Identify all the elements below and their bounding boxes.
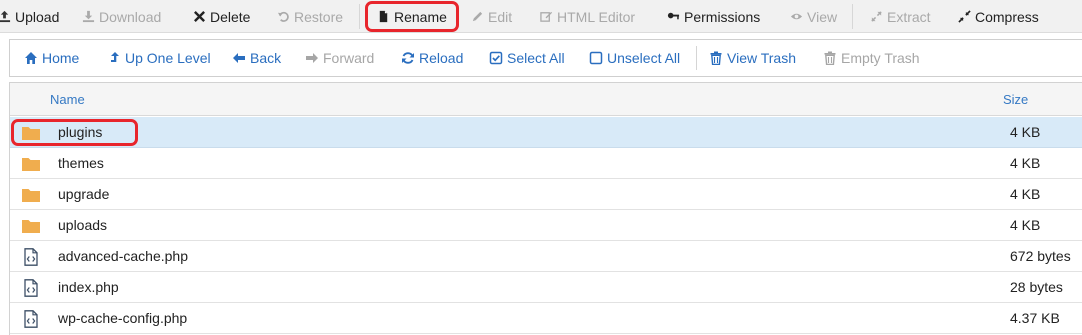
file-name[interactable]: upgrade: [58, 186, 109, 202]
edit-square-icon: [539, 10, 553, 24]
rename-highlight-annotation: [365, 1, 459, 32]
extract-button[interactable]: Extract: [869, 0, 931, 33]
file-manager-toolbar: Upload Download Delete Restore Rename Ed…: [0, 0, 1082, 33]
eye-icon: [789, 10, 803, 24]
empty-trash-label: Empty Trash: [841, 50, 920, 66]
pencil-icon: [470, 10, 484, 24]
file-name[interactable]: advanced-cache.php: [58, 248, 188, 264]
home-icon: [23, 51, 38, 66]
table-row[interactable]: uploads 4 KB: [10, 210, 1082, 241]
file-name[interactable]: themes: [58, 155, 104, 171]
undo-icon: [276, 10, 290, 24]
download-button[interactable]: Download: [81, 0, 161, 33]
table-row[interactable]: plugins 4 KB: [10, 117, 1082, 148]
refresh-icon: [400, 51, 415, 66]
file-size: 672 bytes: [1010, 248, 1071, 264]
select-all-button[interactable]: Select All: [488, 40, 565, 76]
table-header: Name Size: [10, 83, 1082, 116]
back-label: Back: [250, 50, 282, 66]
up-one-level-button[interactable]: Up One Level: [106, 40, 211, 76]
table-row[interactable]: upgrade 4 KB: [10, 179, 1082, 210]
size-column-header[interactable]: Size: [1003, 92, 1028, 107]
delete-label: Delete: [210, 8, 251, 25]
download-icon: [81, 10, 95, 24]
trash-icon: [708, 51, 723, 66]
table-row[interactable]: themes 4 KB: [10, 148, 1082, 179]
compress-icon: [957, 10, 971, 24]
select-all-label: Select All: [507, 50, 565, 66]
table-row[interactable]: wp-cache-config.php 4.37 KB: [10, 303, 1082, 334]
file-size: 4 KB: [1010, 124, 1041, 140]
extract-label: Extract: [887, 8, 931, 25]
unselect-all-button[interactable]: Unselect All: [588, 40, 680, 76]
arrow-left-icon: [231, 51, 246, 66]
file-size: 4 KB: [1010, 186, 1041, 202]
view-button[interactable]: View: [789, 0, 837, 33]
plugins-highlight-annotation: [11, 119, 138, 146]
file-size: 4 KB: [1010, 217, 1041, 233]
upload-button[interactable]: Upload: [0, 0, 59, 33]
key-icon: [666, 10, 680, 24]
code-file-icon: [21, 279, 41, 297]
upload-label: Upload: [15, 8, 60, 25]
file-name[interactable]: uploads: [58, 217, 107, 233]
table-row[interactable]: advanced-cache.php 672 bytes: [10, 241, 1082, 272]
checkbox-empty-icon: [588, 51, 603, 66]
trash-icon: [822, 51, 837, 66]
permissions-button[interactable]: Permissions: [666, 0, 760, 33]
restore-button[interactable]: Restore: [276, 0, 343, 33]
unselect-all-label: Unselect All: [607, 50, 681, 66]
download-label: Download: [99, 8, 162, 25]
permissions-label: Permissions: [684, 8, 761, 25]
edit-button[interactable]: Edit: [470, 0, 512, 33]
view-label: View: [807, 8, 838, 25]
folder-icon: [21, 217, 41, 235]
file-size: 4 KB: [1010, 155, 1041, 171]
up-one-level-label: Up One Level: [125, 50, 211, 66]
checkbox-checked-icon: [488, 51, 503, 66]
navigation-bar: Home Up One Level Back Forward Reload Se…: [9, 39, 1082, 77]
toolbar-divider: [852, 4, 853, 29]
home-button[interactable]: Home: [23, 40, 79, 76]
compress-button[interactable]: Compress: [957, 0, 1039, 33]
close-icon: [192, 10, 206, 24]
delete-button[interactable]: Delete: [192, 0, 250, 33]
restore-label: Restore: [294, 8, 344, 25]
forward-label: Forward: [323, 50, 375, 66]
upload-icon: [0, 10, 11, 24]
file-name[interactable]: index.php: [58, 279, 119, 295]
compress-label: Compress: [975, 8, 1039, 25]
view-trash-button[interactable]: View Trash: [708, 40, 796, 76]
toolbar-divider: [359, 4, 360, 29]
name-column-header[interactable]: Name: [50, 92, 85, 107]
file-list-table: Name Size plugins 4 KB themes 4 KB upgrade 4 …: [9, 82, 1082, 335]
file-size: 4.37 KB: [1010, 310, 1060, 326]
folder-icon: [21, 155, 41, 173]
empty-trash-button[interactable]: Empty Trash: [822, 40, 920, 76]
file-size: 28 bytes: [1010, 279, 1063, 295]
home-label: Home: [42, 50, 80, 66]
folder-icon: [21, 186, 41, 204]
reload-button[interactable]: Reload: [400, 40, 463, 76]
expand-icon: [869, 10, 883, 24]
level-up-icon: [106, 51, 121, 66]
html-editor-label: HTML Editor: [557, 8, 636, 25]
file-name[interactable]: wp-cache-config.php: [58, 310, 187, 326]
code-file-icon: [21, 248, 41, 266]
html-editor-button[interactable]: HTML Editor: [539, 0, 635, 33]
forward-button[interactable]: Forward: [304, 40, 374, 76]
edit-label: Edit: [488, 8, 513, 25]
back-button[interactable]: Back: [231, 40, 281, 76]
arrow-right-icon: [304, 51, 319, 66]
nav-divider: [696, 46, 697, 70]
code-file-icon: [21, 310, 41, 328]
table-row[interactable]: index.php 28 bytes: [10, 272, 1082, 303]
reload-label: Reload: [419, 50, 464, 66]
view-trash-label: View Trash: [727, 50, 796, 66]
